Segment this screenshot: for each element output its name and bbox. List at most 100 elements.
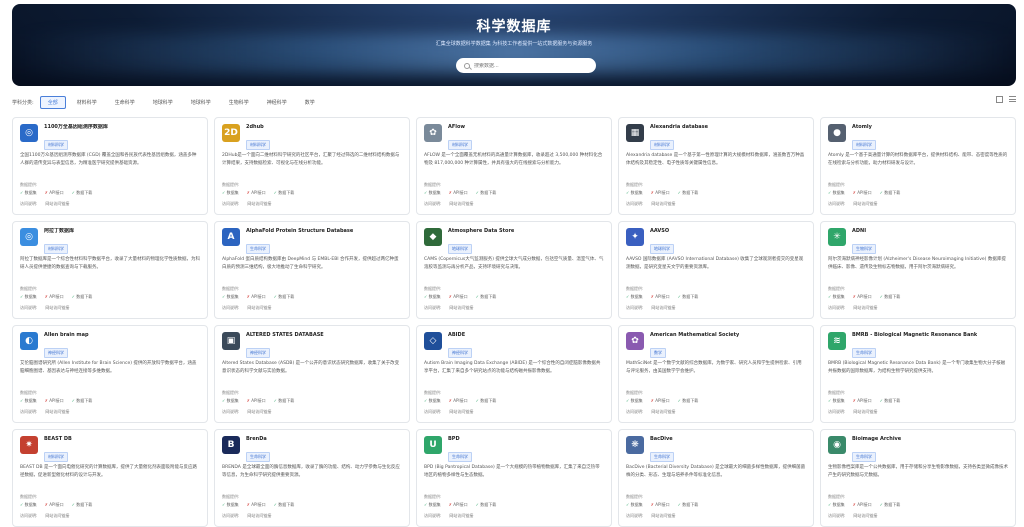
database-logo-icon: ✦ [626, 228, 644, 246]
database-card[interactable]: ● Atomly 材料科学 Atomly 是一个基于高通量计算的材料数据库平台，… [820, 117, 1016, 215]
card-title[interactable]: Atmosphere Data Store [448, 228, 514, 235]
website-link[interactable]: 网站访问链接 [853, 305, 877, 311]
card-title[interactable]: BacDive [650, 436, 674, 443]
check-icon: ✓ [222, 190, 226, 195]
feature-api: ✗ API接口 [852, 502, 872, 507]
filter-tab-math[interactable]: 数学 [298, 97, 322, 108]
website-link[interactable]: 网站访问链接 [247, 513, 271, 519]
filter-tab-neuro[interactable]: 神经科学 [260, 97, 294, 108]
filter-tab-bio[interactable]: 生物科学 [222, 97, 256, 108]
card-title[interactable]: BEAST DB [44, 436, 72, 443]
database-card[interactable]: ✦ AAVSO 地球科学 AAVSO 国际数据库 (AAVSO Internat… [618, 221, 814, 319]
database-card[interactable]: ❋ BacDive 生命科学 BacDive (Bacterial Divers… [618, 429, 814, 527]
card-footer: 访问说明: 网站访问链接 [20, 513, 200, 519]
category-tag: 神经科学 [448, 348, 472, 358]
feature-dataset: ✓ 数据集 [424, 398, 441, 403]
card-title[interactable]: ALTERED STATES DATABASE [246, 332, 324, 339]
card-title[interactable]: 阿拉丁数据库 [44, 228, 74, 235]
website-link[interactable]: 网站访问链接 [651, 305, 675, 311]
database-card[interactable]: ▦ Alexandria database 材料科学 Alexandria da… [618, 117, 814, 215]
database-card[interactable]: ◉ Bioimage Archive 生命科学 生物影像档案库是一个公共数据库，… [820, 429, 1016, 527]
database-card[interactable]: ◎ 1100万全基因组测序数据库 材料科学 全国1100万众基因组测序数据库 (… [12, 117, 208, 215]
database-card[interactable]: B BrenDa 生命科学 BRENDA 是全球最全面的酶信息数据库，收录了酶的… [214, 429, 410, 527]
database-logo-icon: ◉ [828, 436, 846, 454]
card-title[interactable]: ABIDE [448, 332, 472, 339]
database-card[interactable]: ◆ Atmosphere Data Store 地球科学 CAMS (Coper… [416, 221, 612, 319]
card-footer: 访问说明: 网站访问链接 [626, 201, 806, 207]
website-link[interactable]: 网站访问链接 [853, 513, 877, 519]
database-card[interactable]: ≋ BMRB - Biological Magnetic Resonance B… [820, 325, 1016, 423]
website-link[interactable]: 网站访问链接 [651, 201, 675, 207]
database-card[interactable]: U BPD 生命科学 BPD (Big Pantropical Database… [416, 429, 612, 527]
feature-api: ✗ API接口 [852, 294, 872, 299]
website-link[interactable]: 网站访问链接 [45, 409, 69, 415]
database-card[interactable]: ◇ ABIDE 神经科学 Autism Brain Imaging Data E… [416, 325, 612, 423]
filter-tab-all[interactable]: 全部 [39, 95, 66, 109]
feature-api: ✗ API接口 [44, 502, 64, 507]
website-link[interactable]: 网站访问链接 [449, 201, 473, 207]
hero-banner: 科学数据库 汇集全球数据科学数据集 为科技工作者提供一站式数据服务与资源服务 [12, 4, 1016, 86]
database-card[interactable]: ◎ 阿拉丁数据库 材料科学 阿拉丁数据库是一个综合性材料科学数据平台，收录了大量… [12, 221, 208, 319]
website-link[interactable]: 网站访问链接 [45, 513, 69, 519]
cross-icon: ✗ [44, 502, 48, 507]
database-card[interactable]: 2D 2dhub 材料科学 2DHub是一个面向二维材料科学研究的社区平台，汇聚… [214, 117, 410, 215]
feature-download: ✓ 数据下载 [273, 398, 295, 403]
meta-label: 数据提供: [424, 494, 442, 499]
search-input[interactable] [474, 62, 584, 69]
feature-api: ✗ API接口 [44, 294, 64, 299]
website-link[interactable]: 网站访问链接 [45, 201, 69, 207]
search-box[interactable] [456, 58, 596, 73]
card-title[interactable]: 1100万全基因组测序数据库 [44, 124, 108, 131]
filter-tab-earth-2[interactable]: 地球科学 [184, 97, 218, 108]
card-title[interactable]: Allen brain map [44, 332, 89, 339]
check-icon: ✓ [677, 294, 681, 299]
website-link[interactable]: 网站访问链接 [449, 409, 473, 415]
website-link[interactable]: 网站访问链接 [853, 201, 877, 207]
meta-label: 数据提供: [20, 494, 38, 499]
card-title[interactable]: AlphaFold Protein Structure Database [246, 228, 353, 235]
database-card[interactable]: ✿ AFlow 材料科学 AFLOW 是一个全面覆盖无机材料的高通量计算数据库，… [416, 117, 612, 215]
card-title[interactable]: American Mathematical Society [650, 332, 739, 339]
card-title[interactable]: Alexandria database [650, 124, 708, 131]
website-link[interactable]: 网站访问链接 [247, 409, 271, 415]
card-title[interactable]: BrenDa [246, 436, 270, 443]
card-title[interactable]: AAVSO [650, 228, 674, 235]
website-link[interactable]: 网站访问链接 [45, 305, 69, 311]
card-title[interactable]: AFlow [448, 124, 472, 131]
card-title[interactable]: BPD [448, 436, 472, 443]
website-link[interactable]: 网站访问链接 [651, 409, 675, 415]
website-link[interactable]: 网站访问链接 [247, 305, 271, 311]
card-title[interactable]: 2dhub [246, 124, 270, 131]
card-footer: 访问说明: 网站访问链接 [626, 409, 806, 415]
filter-tab-earth[interactable]: 地球科学 [146, 97, 180, 108]
website-link[interactable]: 网站访问链接 [449, 513, 473, 519]
cross-icon: ✗ [852, 190, 856, 195]
card-title[interactable]: Atomly [852, 124, 876, 131]
website-link[interactable]: 网站访问链接 [247, 201, 271, 207]
category-tag: 生命科学 [852, 348, 876, 358]
database-card[interactable]: ✿ American Mathematical Society 数学 MathS… [618, 325, 814, 423]
website-link[interactable]: 网站访问链接 [449, 305, 473, 311]
database-card[interactable]: ▣ ALTERED STATES DATABASE 神经科学 Altered S… [214, 325, 410, 423]
feature-checks: ✓ 数据集 ✗ API接口 ✓ 数据下载 [222, 190, 402, 196]
grid-view-icon[interactable] [996, 96, 1003, 103]
database-card[interactable]: ◐ Allen brain map 神经科学 艾伦脑图谱研究所 (Allen I… [12, 325, 208, 423]
card-title[interactable]: Bioimage Archive [852, 436, 901, 443]
list-view-icon[interactable] [1009, 96, 1016, 102]
database-card[interactable]: ✳ ADNI 生物科学 阿尔茨海默病神经影像计划 (Alzheimer's Di… [820, 221, 1016, 319]
card-description: MathSciNet 是一个数学文献的综合数据库，为数学家、研究人员和学生提供检… [626, 361, 802, 374]
database-logo-icon: ● [828, 124, 846, 142]
filter-tab-materials[interactable]: 材料科学 [70, 97, 104, 108]
website-link[interactable]: 网站访问链接 [651, 513, 675, 519]
check-icon: ✓ [273, 294, 277, 299]
access-note: 访问说明: [626, 409, 644, 414]
database-card[interactable]: A AlphaFold Protein Structure Database 生… [214, 221, 410, 319]
database-card[interactable]: ✷ BEAST DB 材料科学 BEAST DB 是一个面向电催化研究的计算数据… [12, 429, 208, 527]
meta-label: 数据提供: [626, 494, 644, 499]
category-tag: 材料科学 [44, 244, 68, 254]
filter-tab-life[interactable]: 生命科学 [108, 97, 142, 108]
card-title[interactable]: ADNI [852, 228, 876, 235]
category-tag: 材料科学 [246, 140, 270, 150]
website-link[interactable]: 网站访问链接 [853, 409, 877, 415]
card-title[interactable]: BMRB - Biological Magnetic Resonance Ban… [852, 332, 977, 339]
